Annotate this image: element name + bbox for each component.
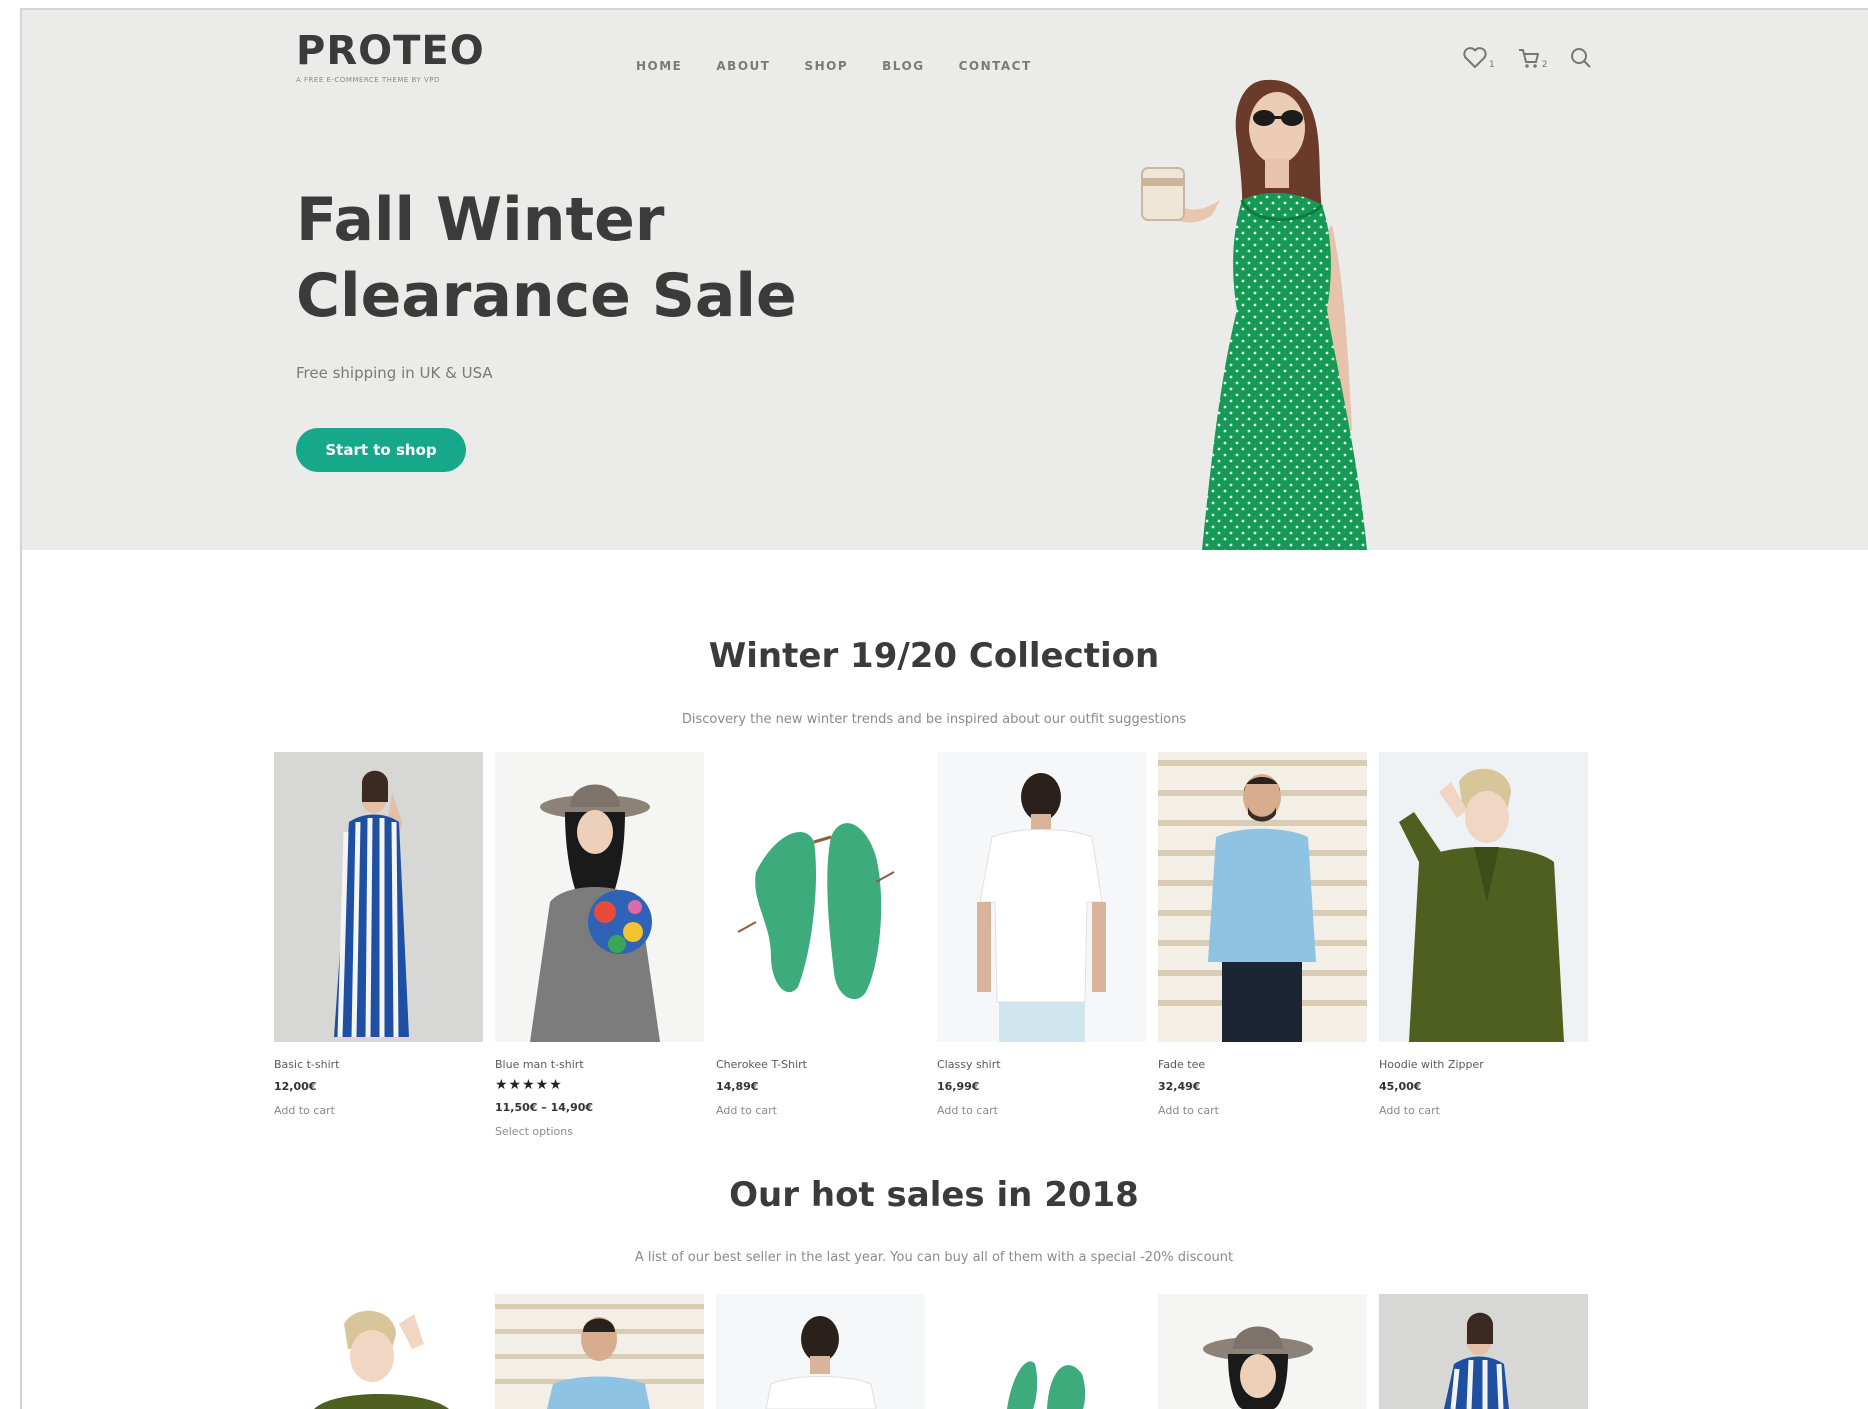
logo-text: PROTEO [296, 28, 485, 74]
nav-blog[interactable]: BLOG [882, 59, 924, 73]
product-image[interactable] [937, 752, 1146, 1042]
product-image[interactable] [274, 752, 483, 1042]
product-image[interactable] [1158, 1294, 1367, 1409]
select-options-link[interactable]: Select options [495, 1125, 704, 1138]
collection-subtitle: Discovery the new winter trends and be i… [681, 712, 1187, 727]
product-image[interactable] [716, 1294, 925, 1409]
product-image[interactable] [495, 1294, 704, 1409]
heart-icon [1463, 47, 1487, 68]
product-image[interactable] [1158, 752, 1367, 1042]
product-price: 14,89€ [716, 1080, 759, 1093]
hot-sales-subtitle: A list of our best seller in the last ye… [634, 1250, 1234, 1265]
product-card[interactable]: Basic t-shirt 12,00€ Add to cart [274, 752, 483, 1138]
hero-title: Fall Winter Clearance Sale [296, 182, 797, 334]
nav-about[interactable]: ABOUT [716, 59, 770, 73]
wishlist-button[interactable]: 1 [1462, 46, 1495, 70]
cart-icon [1518, 49, 1539, 68]
hero-title-line2: Clearance Sale [296, 261, 797, 331]
product-card[interactable]: Blue man t-shirt ★★★★★ 11,50€ – 14,90€ S… [495, 752, 704, 1138]
logo-tagline: A FREE E-COMMERCE THEME BY VPD [296, 76, 440, 84]
hero-subtitle: Free shipping in UK & USA [296, 364, 493, 382]
header-icons: 1 2 [1462, 46, 1593, 70]
wishlist-count: 1 [1489, 60, 1495, 70]
add-to-cart-link[interactable]: Add to cart [1158, 1104, 1367, 1117]
product-name[interactable]: Fade tee [1158, 1058, 1367, 1072]
product-rating: ★★★★★ [495, 1077, 563, 1093]
main-nav: HOME ABOUT SHOP BLOG CONTACT [636, 59, 1032, 73]
collection-product-list: Basic t-shirt 12,00€ Add to cart Blue ma… [274, 752, 1588, 1138]
site-logo[interactable]: PROTEO A FREE E-COMMERCE THEME BY VPD [296, 28, 485, 84]
product-card[interactable]: Classy shirt 16,99€ Add to cart [937, 752, 1146, 1138]
hot-sales-product-list [274, 1294, 1588, 1409]
product-image[interactable] [495, 752, 704, 1042]
product-image[interactable] [1379, 1294, 1588, 1409]
add-to-cart-link[interactable]: Add to cart [1379, 1104, 1588, 1117]
nav-contact[interactable]: CONTACT [959, 59, 1032, 73]
product-image[interactable] [716, 752, 925, 1042]
nav-home[interactable]: HOME [636, 59, 682, 73]
nav-shop[interactable]: SHOP [804, 59, 848, 73]
product-card[interactable]: Fade tee 32,49€ Add to cart [1158, 752, 1367, 1138]
product-price: 11,50€ – 14,90€ [495, 1101, 594, 1114]
product-image[interactable] [1379, 752, 1588, 1042]
add-to-cart-link[interactable]: Add to cart [716, 1104, 925, 1117]
product-price: 12,00€ [274, 1080, 317, 1093]
product-price: 16,99€ [937, 1080, 980, 1093]
product-name[interactable]: Basic t-shirt [274, 1058, 483, 1072]
cart-count: 2 [1541, 60, 1548, 70]
hot-sales-title: Our hot sales in 2018 [729, 1175, 1139, 1215]
start-shop-button[interactable]: Start to shop [296, 428, 466, 472]
product-name[interactable]: Blue man t-shirt [495, 1058, 704, 1072]
product-price: 45,00€ [1379, 1080, 1422, 1093]
hero-banner: PROTEO A FREE E-COMMERCE THEME BY VPD HO… [22, 10, 1868, 550]
product-price: 32,49€ [1158, 1080, 1201, 1093]
product-card[interactable]: Hoodie with Zipper 45,00€ Add to cart [1379, 752, 1588, 1138]
page: PROTEO A FREE E-COMMERCE THEME BY VPD HO… [0, 0, 1868, 1409]
product-image[interactable] [274, 1294, 483, 1409]
product-name[interactable]: Classy shirt [937, 1058, 1146, 1072]
collection-title: Winter 19/20 Collection [708, 636, 1160, 676]
product-card[interactable]: Cherokee T-Shirt 14,89€ Add to cart [716, 752, 925, 1138]
add-to-cart-link[interactable]: Add to cart [937, 1104, 1146, 1117]
cart-button[interactable]: 2 [1517, 46, 1548, 70]
add-to-cart-link[interactable]: Add to cart [274, 1104, 483, 1117]
hero-title-line1: Fall Winter [296, 185, 665, 255]
product-image[interactable] [937, 1294, 1146, 1409]
search-button[interactable] [1569, 46, 1593, 70]
product-name[interactable]: Hoodie with Zipper [1379, 1058, 1588, 1072]
hero-model-image [1141, 79, 1367, 550]
search-icon [1571, 48, 1592, 68]
product-name[interactable]: Cherokee T-Shirt [716, 1058, 925, 1072]
